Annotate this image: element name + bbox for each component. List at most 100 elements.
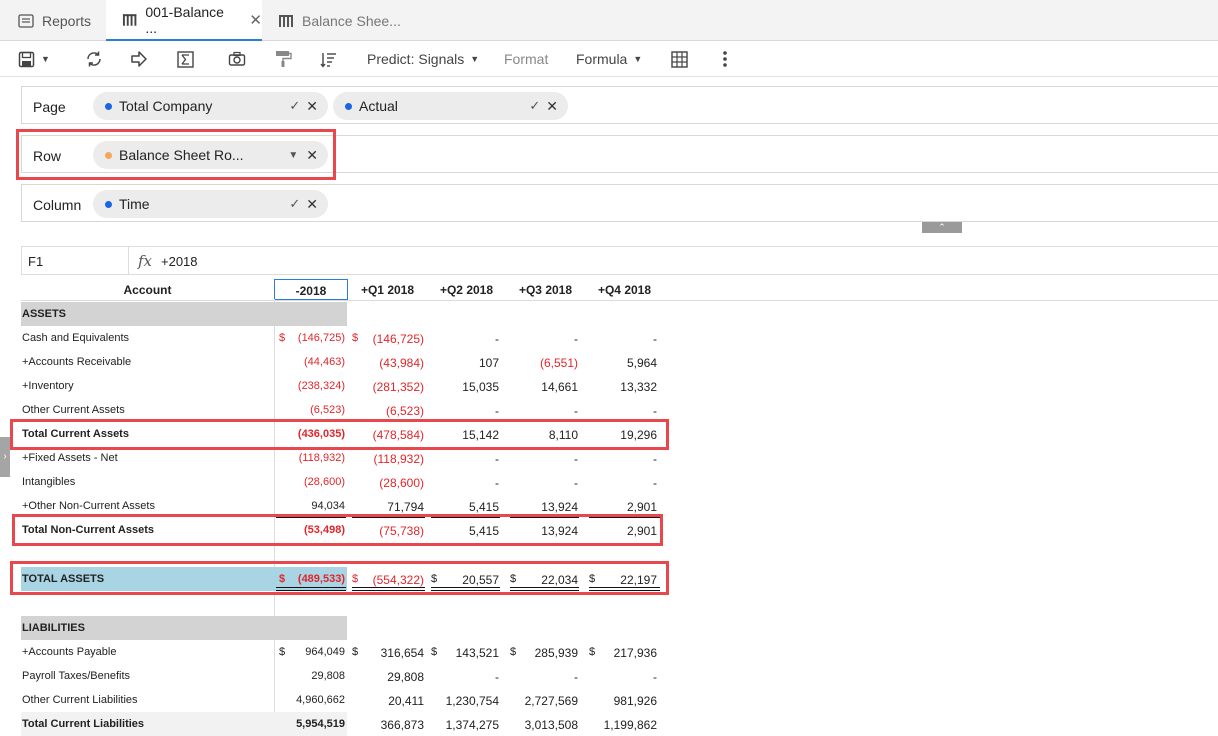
value-cell[interactable]: - — [653, 452, 657, 466]
account-cell[interactable]: LIABILITIES — [22, 622, 85, 634]
value-cell[interactable]: 13,924 — [541, 500, 578, 514]
value-cell[interactable]: (6,523) — [386, 404, 424, 418]
value-cell[interactable]: - — [653, 670, 657, 684]
formula-dropdown[interactable]: Formula ▼ — [576, 41, 642, 77]
account-cell[interactable]: Other Current Liabilities — [22, 694, 138, 706]
value-cell[interactable]: 1,374,275 — [446, 718, 499, 732]
formula-input[interactable]: +2018 — [161, 254, 198, 269]
value-cell[interactable]: 29,808 — [387, 670, 424, 684]
check-icon[interactable]: ✓ — [529, 98, 540, 114]
tab-balance-active[interactable]: 001-Balance ... ✕ — [106, 0, 262, 41]
account-cell[interactable]: Payroll Taxes/Benefits — [22, 670, 130, 682]
value-cell[interactable]: 2,727,569 — [525, 694, 578, 708]
sort-button[interactable] — [320, 41, 337, 77]
value-cell[interactable]: 316,654 — [381, 646, 424, 660]
value-cell[interactable]: 13,332 — [620, 380, 657, 394]
account-cell[interactable]: +Other Non-Current Assets — [22, 500, 155, 512]
value-cell[interactable]: 366,873 — [381, 718, 424, 732]
value-cell[interactable]: - — [495, 452, 499, 466]
account-cell[interactable]: Cash and Equivalents — [22, 332, 129, 344]
close-icon[interactable]: ✕ — [306, 98, 318, 115]
value-cell[interactable]: - — [495, 404, 499, 418]
value-cell[interactable]: 94,034 — [311, 500, 345, 512]
format-button[interactable]: Format — [504, 41, 548, 77]
value-cell[interactable]: 20,411 — [388, 694, 424, 708]
value-cell[interactable]: 71,794 — [387, 500, 424, 514]
value-cell[interactable]: (28,600) — [304, 476, 345, 488]
value-cell[interactable]: - — [574, 670, 578, 684]
value-cell[interactable]: (118,932) — [299, 452, 345, 464]
refresh-button[interactable] — [85, 41, 103, 77]
save-button[interactable]: ▼ — [18, 41, 50, 77]
value-cell[interactable]: - — [653, 476, 657, 490]
sum-button[interactable] — [177, 41, 194, 77]
value-cell[interactable]: (146,725) — [298, 332, 345, 344]
value-cell[interactable]: (6,551) — [540, 356, 578, 370]
check-icon[interactable]: ✓ — [289, 196, 300, 212]
value-cell[interactable]: 5,954,519 — [296, 718, 345, 730]
column-chip-time[interactable]: Time ✓ ✕ — [93, 190, 328, 218]
side-panel-toggle[interactable]: › — [0, 437, 10, 477]
value-cell[interactable]: 217,936 — [614, 646, 657, 660]
value-cell[interactable]: (118,932) — [374, 452, 424, 466]
value-cell[interactable]: 107 — [479, 356, 499, 370]
header-account[interactable]: Account — [21, 279, 274, 301]
value-cell[interactable]: (28,600) — [379, 476, 424, 490]
value-cell[interactable]: 1,230,754 — [446, 694, 499, 708]
snapshot-button[interactable] — [228, 41, 246, 77]
value-cell[interactable]: (281,352) — [373, 380, 424, 394]
value-cell[interactable]: 14,661 — [541, 380, 578, 394]
value-cell[interactable]: 2,901 — [627, 500, 657, 514]
export-button[interactable] — [130, 41, 148, 77]
account-cell[interactable]: Total Current Liabilities — [22, 718, 144, 730]
account-cell[interactable]: Other Current Assets — [22, 404, 125, 416]
value-cell[interactable]: (43,984) — [379, 356, 424, 370]
header-col[interactable]: +Q1 2018 — [348, 279, 427, 301]
value-cell[interactable]: - — [574, 404, 578, 418]
value-cell[interactable]: (146,725) — [373, 332, 424, 346]
value-cell[interactable]: - — [574, 476, 578, 490]
value-cell[interactable]: - — [653, 404, 657, 418]
header-col[interactable]: -2018 — [274, 279, 348, 301]
value-cell[interactable]: - — [495, 670, 499, 684]
value-cell[interactable]: - — [574, 332, 578, 346]
tab-reports[interactable]: Reports — [0, 0, 106, 41]
page-chip-actual[interactable]: Actual ✓ ✕ — [333, 92, 568, 120]
value-cell[interactable]: 3,013,508 — [525, 718, 578, 732]
value-cell[interactable]: - — [653, 332, 657, 346]
cell-reference[interactable]: F1 — [22, 247, 129, 274]
value-cell[interactable]: (44,463) — [304, 356, 345, 368]
value-cell[interactable]: 143,521 — [456, 646, 499, 660]
account-cell[interactable]: +Accounts Payable — [22, 646, 116, 658]
value-cell[interactable]: 964,049 — [305, 646, 345, 658]
value-cell[interactable]: 15,035 — [462, 380, 499, 394]
more-options-button[interactable] — [721, 41, 729, 77]
value-cell[interactable]: - — [495, 332, 499, 346]
value-cell[interactable]: - — [574, 452, 578, 466]
value-cell[interactable]: 4,960,662 — [296, 694, 345, 706]
page-chip-total-company[interactable]: Total Company ✓ ✕ — [93, 92, 328, 120]
format-painter-button[interactable] — [275, 41, 292, 77]
check-icon[interactable]: ✓ — [289, 98, 300, 114]
account-cell[interactable]: +Accounts Receivable — [22, 356, 131, 368]
account-cell[interactable]: +Inventory — [22, 380, 74, 392]
header-col[interactable]: +Q2 2018 — [427, 279, 506, 301]
close-icon[interactable]: ✕ — [546, 98, 558, 115]
close-icon[interactable]: ✕ — [306, 196, 318, 213]
grid-view-button[interactable] — [671, 41, 688, 77]
value-cell[interactable]: (238,324) — [298, 380, 345, 392]
value-cell[interactable]: 981,926 — [614, 694, 657, 708]
value-cell[interactable]: 1,199,862 — [604, 718, 657, 732]
account-cell[interactable]: +Fixed Assets - Net — [22, 452, 118, 464]
account-cell[interactable]: ASSETS — [22, 308, 66, 320]
collapse-panel-button[interactable]: ⌃ — [922, 222, 962, 233]
value-cell[interactable]: 5,964 — [627, 356, 657, 370]
value-cell[interactable]: 285,939 — [535, 646, 578, 660]
close-icon[interactable]: ✕ — [249, 11, 262, 29]
value-cell[interactable]: 29,808 — [311, 670, 345, 682]
value-cell[interactable]: - — [495, 476, 499, 490]
value-cell[interactable]: (6,523) — [310, 404, 345, 416]
header-col[interactable]: +Q3 2018 — [506, 279, 585, 301]
header-col[interactable]: +Q4 2018 — [585, 279, 664, 301]
account-cell[interactable]: Intangibles — [22, 476, 75, 488]
